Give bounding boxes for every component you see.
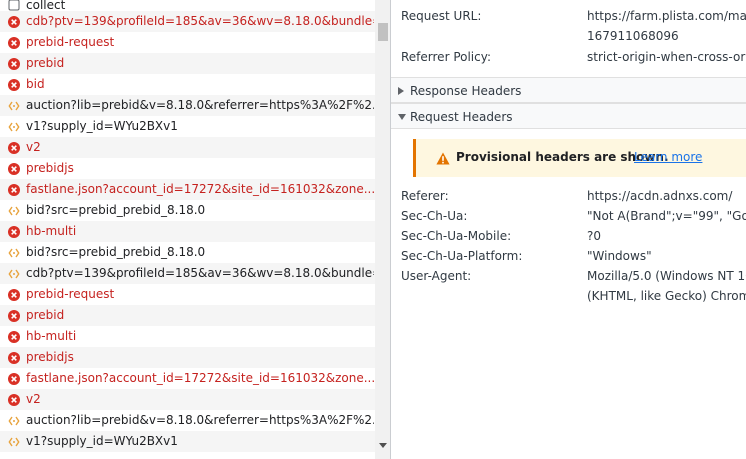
request-url-value: https://farm.plista.com/matchi [587, 9, 746, 23]
request-header-key: User-Agent: [401, 269, 472, 283]
request-row[interactable]: bid?src=prebid_prebid_8.18.0 [0, 242, 375, 263]
error-icon [8, 372, 20, 385]
request-row[interactable]: v2 [0, 389, 375, 410]
error-icon [8, 393, 20, 406]
request-name: hb-multi [26, 224, 77, 238]
request-name: prebid [26, 56, 65, 70]
request-name: prebidjs [26, 350, 74, 364]
error-icon [8, 78, 20, 91]
request-row[interactable]: fastlane.json?account_id=17272&site_id=1… [0, 368, 375, 389]
referrer-policy-key: Referrer Policy: [401, 50, 491, 64]
referrer-policy-value: strict-origin-when-cross-origin [587, 50, 746, 64]
request-url-key: Request URL: [401, 9, 482, 23]
script-icon [8, 205, 20, 217]
provisional-headers-warning: Provisional headers are shown. Learn mor… [413, 139, 746, 177]
script-icon [8, 100, 20, 112]
request-name: v1?supply_id=WYu2BXv1 [26, 434, 178, 448]
request-name: prebid [26, 308, 65, 322]
request-row[interactable]: auction?lib=prebid&v=8.18.0&referrer=htt… [0, 95, 375, 116]
script-icon [8, 268, 20, 280]
request-details-pane: Request URL: https://farm.plista.com/mat… [391, 0, 746, 459]
request-header-value: "Not A(Brand";v="99", "Google [587, 209, 746, 223]
request-row[interactable]: hb-multi [0, 326, 375, 347]
request-url-value-continued: 167911068096 [587, 29, 679, 43]
script-icon [8, 436, 20, 448]
error-icon [8, 288, 20, 301]
error-icon [8, 141, 20, 154]
error-icon [8, 330, 20, 343]
request-row[interactable]: hb-multi [0, 221, 375, 242]
request-name: v2 [26, 140, 41, 154]
request-name: bid?src=prebid_prebid_8.18.0 [26, 245, 206, 259]
request-header-key: Referer: [401, 189, 449, 203]
request-row[interactable]: prebid-request [0, 284, 375, 305]
script-icon [8, 415, 20, 427]
request-row[interactable]: v1?supply_id=WYu2BXv1 [0, 431, 375, 452]
expand-triangle-icon [398, 87, 404, 95]
request-name: bid?src=prebid_prebid_8.18.0 [26, 203, 206, 217]
request-header-value: ?0 [587, 229, 602, 243]
request-name: fastlane.json?account_id=17272&site_id=1… [26, 371, 374, 385]
request-name: v1?supply_id=WYu2BXv1 [26, 119, 178, 133]
error-icon [8, 162, 20, 175]
request-header-key: Sec-Ch-Ua-Mobile: [401, 229, 512, 243]
request-row[interactable]: v1?supply_id=WYu2BXv1 [0, 116, 375, 137]
request-header-value: Mozilla/5.0 (Windows NT 10.0; [587, 269, 746, 283]
collapse-triangle-icon [398, 114, 406, 120]
request-header-value: https://acdn.adnxs.com/ [587, 189, 733, 203]
request-header-value: "Windows" [587, 249, 652, 263]
error-icon [8, 15, 20, 28]
request-row[interactable]: prebid [0, 305, 375, 326]
error-icon [8, 225, 20, 238]
error-icon [8, 36, 20, 49]
request-name: fastlane.json?account_id=17272&site_id=1… [26, 182, 374, 196]
network-request-list: collect cdb?ptv=139&profileId=185&av=36&w… [0, 0, 375, 459]
script-icon [8, 121, 20, 133]
request-name: cdb?ptv=139&profileId=185&av=36&wv=8.18.… [26, 266, 374, 280]
request-name: v2 [26, 392, 41, 406]
request-name: prebidjs [26, 161, 74, 175]
warning-icon [436, 152, 450, 168]
request-header-key: Sec-Ch-Ua-Platform: [401, 249, 523, 263]
request-row[interactable]: prebidjs [0, 347, 375, 368]
request-row[interactable]: cdb?ptv=139&profileId=185&av=36&wv=8.18.… [0, 263, 375, 284]
request-row[interactable]: fastlane.json?account_id=17272&site_id=1… [0, 179, 375, 200]
request-headers-section[interactable]: Request Headers [391, 103, 746, 129]
request-name: prebid-request [26, 287, 115, 301]
request-header-value: (KHTML, like Gecko) Chrome/1 [587, 289, 746, 303]
request-row[interactable]: cdb?ptv=139&profileId=185&av=36&wv=8.18.… [0, 11, 375, 32]
request-name: cdb?ptv=139&profileId=185&av=36&wv=8.18.… [26, 14, 374, 28]
error-icon [8, 309, 20, 322]
request-name: hb-multi [26, 329, 77, 343]
request-headers-label: Request Headers [410, 110, 513, 124]
request-name: auction?lib=prebid&v=8.18.0&referrer=htt… [26, 98, 374, 112]
request-row[interactable]: prebid [0, 53, 375, 74]
request-row[interactable]: collect [0, 0, 375, 11]
request-name: prebid-request [26, 35, 115, 49]
request-row[interactable]: v2 [0, 137, 375, 158]
response-headers-label: Response Headers [410, 84, 522, 98]
scrollbar-thumb[interactable] [378, 23, 388, 41]
response-headers-section[interactable]: Response Headers [391, 77, 746, 103]
scroll-down-arrow-icon[interactable] [379, 443, 387, 448]
request-row[interactable]: prebid-request [0, 32, 375, 53]
script-icon [8, 247, 20, 259]
request-name: auction?lib=prebid&v=8.18.0&referrer=htt… [26, 413, 374, 427]
request-list-scrollbar[interactable] [375, 0, 390, 459]
error-icon [8, 57, 20, 70]
request-name: bid [26, 77, 45, 91]
request-row[interactable]: auction?lib=prebid&v=8.18.0&referrer=htt… [0, 410, 375, 431]
request-row[interactable]: bid [0, 74, 375, 95]
request-name: collect [26, 0, 66, 11]
checkbox-icon[interactable] [8, 0, 20, 11]
learn-more-link[interactable]: Learn more [634, 150, 702, 164]
error-icon [8, 183, 20, 196]
request-header-key: Sec-Ch-Ua: [401, 209, 468, 223]
request-row[interactable]: prebidjs [0, 158, 375, 179]
error-icon [8, 351, 20, 364]
request-row[interactable]: bid?src=prebid_prebid_8.18.0 [0, 200, 375, 221]
